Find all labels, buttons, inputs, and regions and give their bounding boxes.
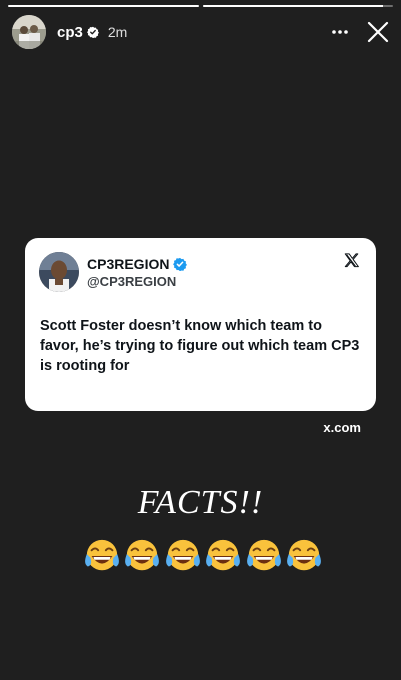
tears-of-joy-emoji-icon <box>246 539 281 571</box>
tears-of-joy-emoji-icon <box>125 539 160 571</box>
verified-badge-icon <box>173 257 188 271</box>
story-caption: FACTS!! <box>137 484 264 521</box>
progress-segment <box>8 5 199 7</box>
story-progress <box>8 5 393 8</box>
story-header: cp3 2m <box>12 14 391 50</box>
tears-of-joy-emoji-icon <box>287 539 321 571</box>
tears-of-joy-emoji-icon <box>206 539 241 571</box>
progress-segment <box>202 5 393 7</box>
avatar[interactable] <box>12 15 46 49</box>
username[interactable]: cp3 <box>57 24 83 41</box>
tweet-author-name: CP3REGION <box>87 256 170 272</box>
tweet-author-handle: @CP3REGION <box>87 274 177 289</box>
avatar-image <box>12 15 46 49</box>
tweet-card[interactable]: CP3REGION @CP3REGION Scott Foster doesn’… <box>25 238 376 411</box>
post-time: 2m <box>107 24 128 40</box>
progress-fill <box>8 5 199 7</box>
close-icon[interactable] <box>365 19 391 45</box>
link-domain[interactable]: x.com <box>323 420 361 435</box>
tears-of-joy-emoji-icon <box>85 539 119 571</box>
tears-of-joy-emoji-icon <box>165 539 200 571</box>
emoji-row <box>83 536 323 576</box>
x-logo-icon <box>344 253 359 268</box>
story-viewer: cp3 2m CP3REGION @CP3REGION Scott Foster… <box>0 0 401 680</box>
progress-fill <box>202 5 384 7</box>
more-horizontal-icon[interactable] <box>329 21 351 43</box>
tweet-author: CP3REGION <box>87 256 188 272</box>
tweet-text: Scott Foster doesn’t know which team to … <box>40 318 360 374</box>
tweet-avatar <box>39 252 79 292</box>
verified-badge-icon <box>86 26 99 38</box>
